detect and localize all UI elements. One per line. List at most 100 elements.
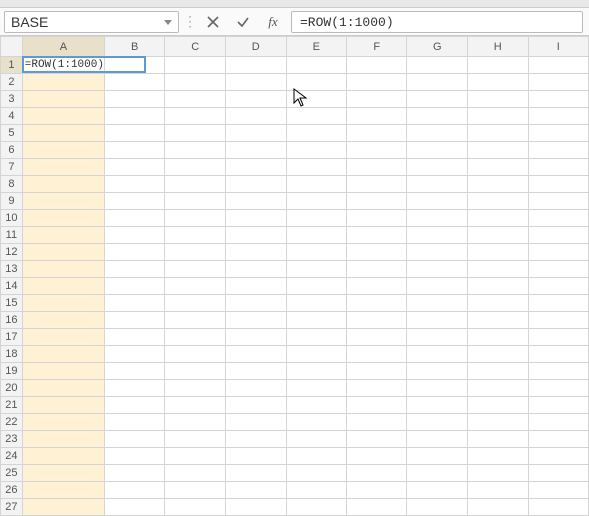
cell[interactable] — [347, 244, 407, 261]
row-header[interactable]: 9 — [1, 193, 23, 210]
cell[interactable] — [286, 108, 347, 125]
cell[interactable] — [407, 414, 468, 431]
cell[interactable] — [528, 125, 588, 142]
cell[interactable] — [225, 74, 286, 91]
cell[interactable] — [104, 397, 165, 414]
row-header[interactable]: 26 — [1, 482, 23, 499]
cell[interactable] — [22, 448, 104, 465]
select-all-corner[interactable] — [1, 37, 23, 57]
cell[interactable] — [22, 278, 104, 295]
cell[interactable] — [407, 295, 468, 312]
cell[interactable] — [225, 244, 286, 261]
row-header[interactable]: 5 — [1, 125, 23, 142]
cell[interactable] — [165, 312, 226, 329]
cell[interactable] — [165, 244, 226, 261]
row-header[interactable]: 25 — [1, 465, 23, 482]
cell[interactable] — [468, 278, 529, 295]
cell[interactable] — [22, 380, 104, 397]
cell[interactable] — [407, 142, 468, 159]
cell[interactable] — [468, 397, 529, 414]
cell[interactable] — [468, 74, 529, 91]
cell[interactable] — [22, 346, 104, 363]
cell[interactable] — [225, 57, 286, 74]
cell[interactable] — [528, 431, 588, 448]
cell[interactable] — [528, 482, 588, 499]
cell[interactable] — [286, 244, 347, 261]
cell[interactable] — [22, 465, 104, 482]
cell[interactable] — [347, 380, 407, 397]
cell[interactable] — [468, 227, 529, 244]
cell[interactable]: =ROW(1:1000) — [22, 57, 104, 74]
cell[interactable] — [165, 363, 226, 380]
cell[interactable] — [407, 329, 468, 346]
cell[interactable] — [468, 312, 529, 329]
cell[interactable] — [407, 159, 468, 176]
cell[interactable] — [165, 431, 226, 448]
cell[interactable] — [468, 482, 529, 499]
cell[interactable] — [225, 397, 286, 414]
cell[interactable] — [286, 176, 347, 193]
row-header[interactable]: 4 — [1, 108, 23, 125]
cell[interactable] — [286, 142, 347, 159]
cell[interactable] — [225, 210, 286, 227]
cell[interactable] — [104, 108, 165, 125]
cell[interactable] — [407, 448, 468, 465]
cell[interactable] — [225, 499, 286, 516]
row-header[interactable]: 20 — [1, 380, 23, 397]
row-header[interactable]: 21 — [1, 397, 23, 414]
cell[interactable] — [22, 74, 104, 91]
cell[interactable] — [407, 261, 468, 278]
cell[interactable] — [165, 346, 226, 363]
cell[interactable] — [104, 448, 165, 465]
cell[interactable] — [407, 125, 468, 142]
row-header[interactable]: 27 — [1, 499, 23, 516]
cell[interactable] — [165, 91, 226, 108]
chevron-down-icon[interactable] — [164, 20, 172, 25]
cell[interactable] — [225, 329, 286, 346]
cell[interactable] — [286, 465, 347, 482]
cell[interactable] — [468, 261, 529, 278]
cell[interactable] — [104, 176, 165, 193]
cell[interactable] — [104, 278, 165, 295]
cell[interactable] — [225, 193, 286, 210]
cell[interactable] — [468, 193, 529, 210]
cell[interactable] — [347, 176, 407, 193]
column-header-H[interactable]: H — [468, 37, 529, 57]
cell[interactable] — [165, 176, 226, 193]
cell[interactable] — [286, 329, 347, 346]
row-header[interactable]: 18 — [1, 346, 23, 363]
cell[interactable] — [528, 261, 588, 278]
row-header[interactable]: 3 — [1, 91, 23, 108]
cell[interactable] — [407, 91, 468, 108]
name-box[interactable]: BASE — [4, 11, 179, 33]
column-header-D[interactable]: D — [225, 37, 286, 57]
cell[interactable] — [347, 57, 407, 74]
cell[interactable] — [407, 363, 468, 380]
cell[interactable] — [286, 499, 347, 516]
cell[interactable] — [528, 278, 588, 295]
cell[interactable] — [286, 363, 347, 380]
cell[interactable] — [407, 108, 468, 125]
column-header-A[interactable]: A — [22, 37, 104, 57]
cell[interactable] — [347, 482, 407, 499]
cell[interactable] — [407, 380, 468, 397]
cell[interactable] — [104, 329, 165, 346]
cell[interactable] — [104, 431, 165, 448]
cell[interactable] — [347, 329, 407, 346]
cell[interactable] — [468, 142, 529, 159]
row-header[interactable]: 19 — [1, 363, 23, 380]
row-header[interactable]: 10 — [1, 210, 23, 227]
cell[interactable] — [407, 499, 468, 516]
cell[interactable] — [165, 465, 226, 482]
cell[interactable] — [104, 380, 165, 397]
cell[interactable] — [104, 193, 165, 210]
cell[interactable] — [407, 482, 468, 499]
cell[interactable] — [528, 227, 588, 244]
cell[interactable] — [528, 142, 588, 159]
cell[interactable] — [165, 482, 226, 499]
cell[interactable] — [225, 278, 286, 295]
cell[interactable] — [528, 346, 588, 363]
cell[interactable] — [468, 159, 529, 176]
enter-button[interactable] — [231, 11, 255, 33]
cell[interactable] — [22, 329, 104, 346]
